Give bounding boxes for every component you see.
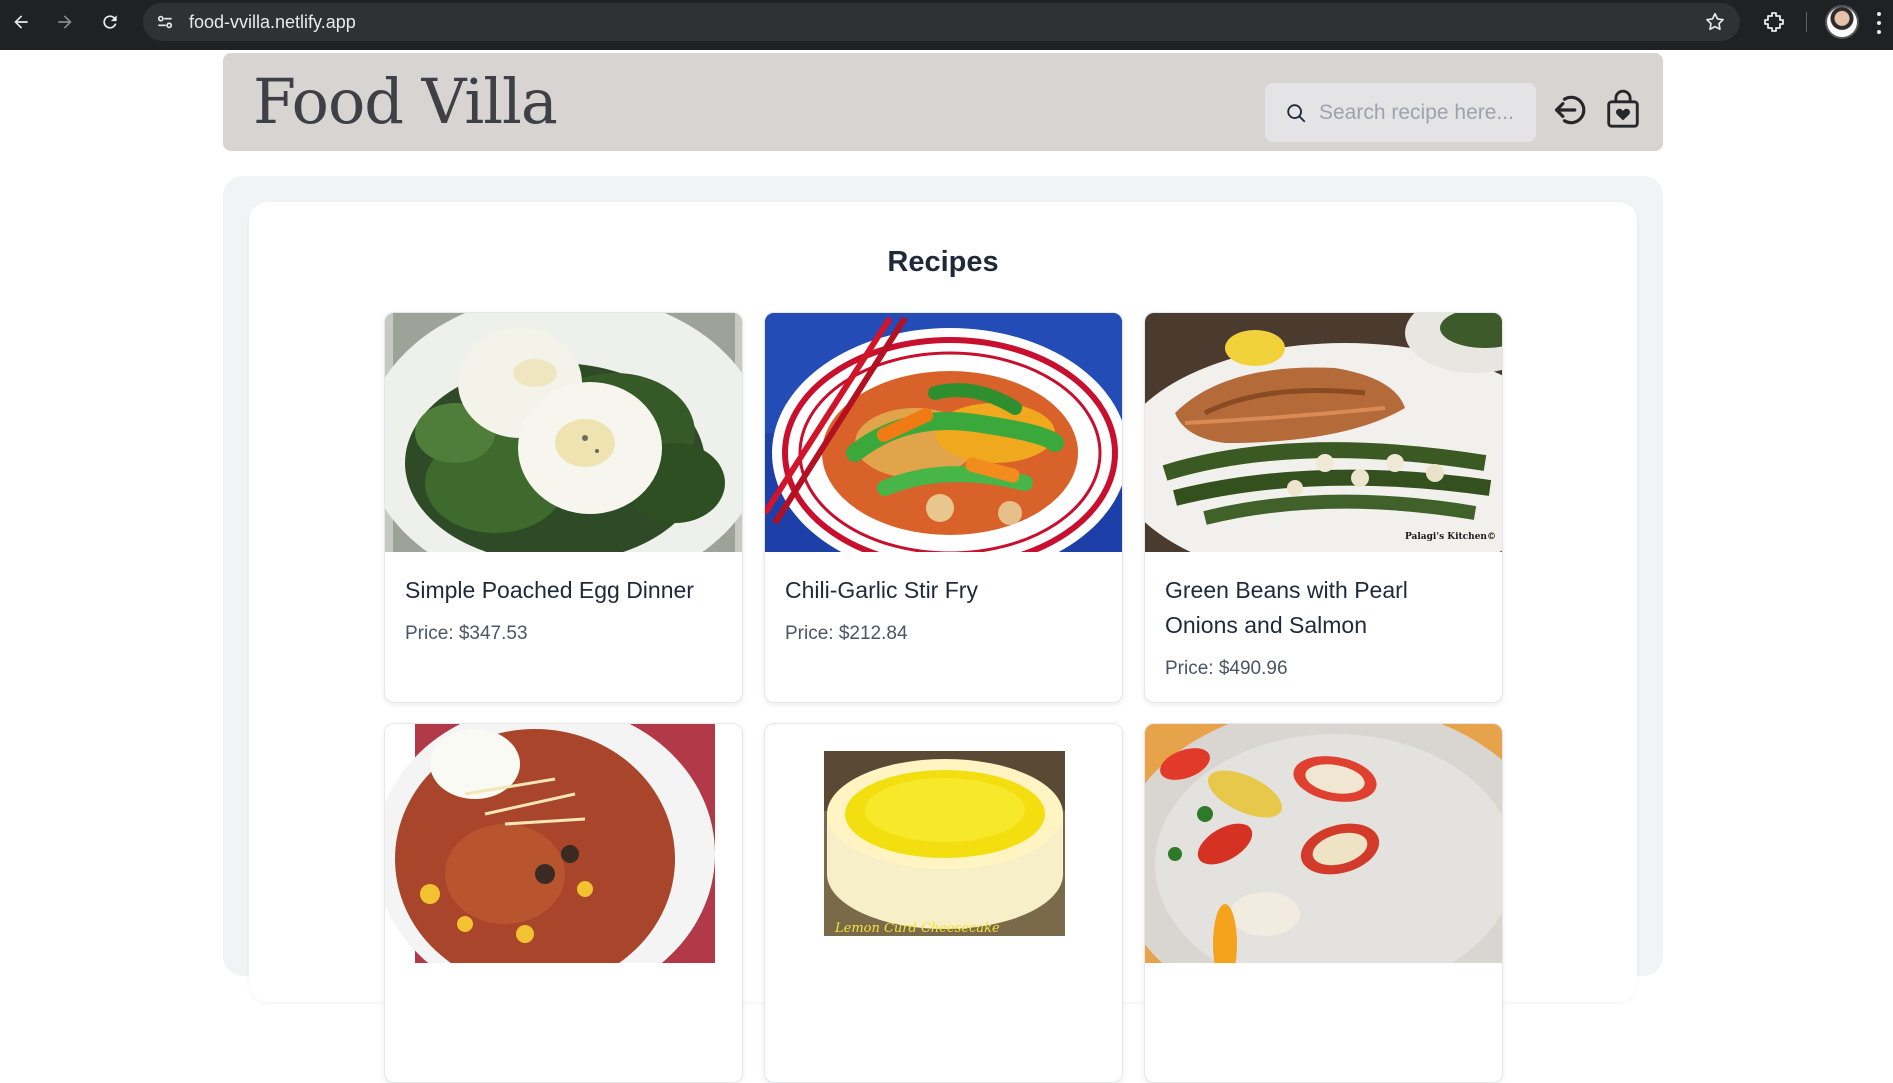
- recipe-image[interactable]: [1145, 724, 1502, 963]
- recipe-title[interactable]: Simple Poached Egg Dinner: [405, 573, 725, 608]
- recipe-card[interactable]: [1144, 723, 1503, 1083]
- recipe-card[interactable]: Palagi's Kitchen© Green Beans with Pearl…: [1144, 312, 1503, 703]
- forward-button[interactable]: [51, 8, 79, 36]
- site-settings-icon[interactable]: [155, 12, 175, 32]
- arrow-right-icon: [58, 15, 72, 29]
- arrow-left-icon: [14, 15, 28, 29]
- recipe-card[interactable]: Lemon Curd Cheesecake: [764, 723, 1123, 1083]
- recipe-image[interactable]: [385, 724, 742, 963]
- recipe-image[interactable]: Palagi's Kitchen©: [1145, 313, 1502, 552]
- recipe-price: Price: $212.84: [785, 623, 908, 644]
- shopping-bag-icon[interactable]: [1605, 89, 1641, 129]
- browser-toolbar: food-vvilla.netlify.app: [0, 0, 1893, 50]
- profile-avatar[interactable]: [1825, 5, 1859, 39]
- search-input[interactable]: [1319, 95, 1519, 131]
- image-watermark: Palagi's Kitchen©: [1405, 532, 1496, 542]
- recipe-image[interactable]: [765, 313, 1122, 552]
- reload-button[interactable]: [96, 8, 124, 36]
- recipes-panel: Recipes Simple Poached Egg Dinner Price:…: [249, 202, 1637, 1083]
- recipe-image[interactable]: [385, 313, 742, 552]
- search-icon: [1287, 104, 1306, 123]
- recipe-title[interactable]: Chili-Garlic Stir Fry: [785, 573, 1105, 608]
- toolbar-divider: [1806, 12, 1807, 32]
- bookmark-star-icon[interactable]: [1704, 11, 1726, 33]
- back-button[interactable]: [7, 8, 35, 36]
- extensions-puzzle-icon[interactable]: [1762, 10, 1786, 34]
- url-text[interactable]: food-vvilla.netlify.app: [189, 12, 356, 33]
- recipe-price: Price: $347.53: [405, 623, 528, 644]
- main-container: Recipes Simple Poached Egg Dinner Price:…: [223, 176, 1663, 1083]
- recipe-card[interactable]: Chili-Garlic Stir Fry Price: $212.84: [764, 312, 1123, 703]
- brand-logo[interactable]: Food Villa: [253, 65, 558, 138]
- browser-menu-icon[interactable]: [1876, 12, 1882, 34]
- reload-icon: [103, 15, 117, 29]
- recipe-card[interactable]: [384, 723, 743, 1083]
- logout-icon[interactable]: [1551, 91, 1589, 129]
- recipes-heading: Recipes: [887, 246, 999, 278]
- address-bar[interactable]: food-vvilla.netlify.app: [143, 3, 1740, 41]
- image-watermark: Lemon Curd Cheesecake: [834, 921, 1000, 936]
- site-header: Food Villa: [223, 53, 1663, 151]
- recipe-image[interactable]: Lemon Curd Cheesecake: [765, 724, 1122, 963]
- search-box[interactable]: [1265, 83, 1536, 142]
- recipe-price: Price: $490.96: [1165, 658, 1288, 679]
- recipe-title[interactable]: Green Beans with Pearl Onions and Salmon: [1165, 573, 1485, 643]
- recipe-card[interactable]: Simple Poached Egg Dinner Price: $347.53: [384, 312, 743, 703]
